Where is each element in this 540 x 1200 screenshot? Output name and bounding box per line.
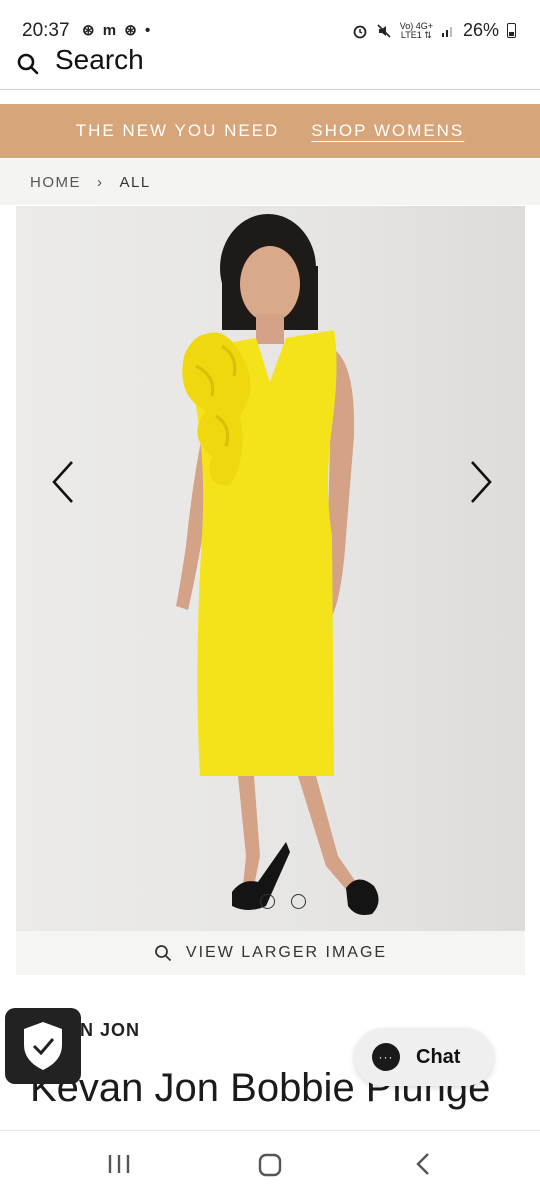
mute-icon	[377, 23, 391, 38]
network-indicator: Vo) 4G+ LTE1 ⇅	[399, 20, 433, 40]
chat-button[interactable]: ··· Chat	[354, 1028, 494, 1086]
signal-icon	[441, 26, 452, 37]
view-larger-label[interactable]: VIEW LARGER IMAGE	[186, 944, 387, 962]
search-bar[interactable]: Search	[0, 38, 540, 90]
breadcrumb-home[interactable]: HOME	[30, 174, 81, 191]
home-icon[interactable]	[256, 1151, 284, 1179]
product-photo	[176, 214, 379, 915]
trust-badge[interactable]	[5, 1008, 81, 1084]
notification-icons: ⊛ m ⊛ •	[82, 22, 153, 39]
breadcrumb-current: ALL	[119, 173, 151, 191]
chevron-right-icon[interactable]	[460, 456, 500, 508]
shop-womens-link[interactable]: SHOP WOMENS	[311, 121, 464, 141]
promo-text: THE NEW YOU NEED	[75, 121, 280, 140]
chevron-left-icon[interactable]	[44, 456, 84, 508]
alarm-icon	[353, 25, 367, 38]
search-icon[interactable]	[16, 52, 40, 76]
promo-banner: THE NEW YOU NEED SHOP WOMENS	[0, 104, 540, 158]
system-navigation-bar	[0, 1130, 540, 1200]
product-brand[interactable]: N JON	[80, 1020, 140, 1041]
chat-bubble-icon: ···	[372, 1043, 400, 1071]
breadcrumb-separator: ›	[97, 173, 104, 191]
magnifier-icon	[155, 945, 172, 962]
back-icon[interactable]	[410, 1151, 436, 1177]
shield-check-icon	[24, 1022, 62, 1070]
pagination-dot[interactable]	[291, 894, 306, 909]
image-pagination	[260, 894, 306, 909]
pagination-dot[interactable]	[260, 894, 275, 909]
breadcrumb: HOME › ALL	[0, 159, 540, 205]
search-label[interactable]: Search	[55, 44, 144, 76]
product-image[interactable]	[16, 206, 525, 931]
chat-label[interactable]: Chat	[416, 1046, 460, 1069]
recents-icon[interactable]	[106, 1151, 132, 1177]
view-larger-image-button[interactable]: VIEW LARGER IMAGE	[16, 931, 525, 975]
battery-icon	[507, 23, 516, 38]
